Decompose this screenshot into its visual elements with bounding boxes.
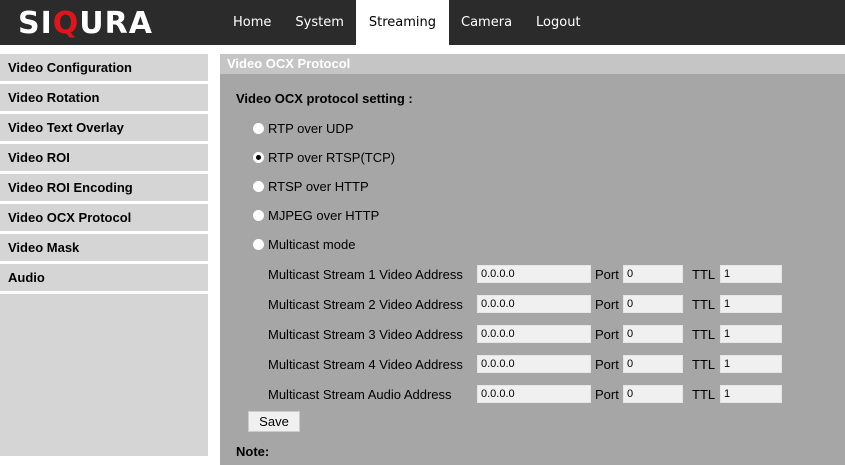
- main-panel: Video OCX Protocol Video OCX protocol se…: [220, 54, 845, 465]
- multicast-audio-address-input[interactable]: 0.0.0.0: [477, 385, 591, 403]
- radio-label: RTSP over HTTP: [268, 179, 369, 194]
- multicast-stream-3-ttl-input[interactable]: 1: [720, 325, 782, 343]
- logo-text-accent: Q: [52, 5, 80, 41]
- multicast-audio-ttl-input[interactable]: 1: [720, 385, 782, 403]
- radio-multicast-mode[interactable]: Multicast mode: [253, 237, 355, 252]
- ttl-label: TTL: [692, 267, 716, 282]
- note-label: Note:: [236, 444, 270, 459]
- radio-button-icon[interactable]: [253, 239, 264, 250]
- radio-mjpeg-over-http[interactable]: MJPEG over HTTP: [253, 208, 379, 223]
- tab-logout[interactable]: Logout: [524, 0, 593, 45]
- sidebar-item-video-text-overlay[interactable]: Video Text Overlay: [0, 114, 208, 141]
- multicast-stream-3-port-input[interactable]: 0: [623, 325, 683, 343]
- radio-button-icon[interactable]: [253, 123, 264, 134]
- multicast-stream-2-port-input[interactable]: 0: [623, 295, 683, 313]
- sidebar-item-video-configuration[interactable]: Video Configuration: [0, 54, 208, 81]
- logo-text-prefix: SI: [18, 5, 53, 41]
- tab-streaming[interactable]: Streaming: [355, 0, 450, 45]
- radio-button-icon[interactable]: [253, 181, 264, 192]
- radio-button-icon[interactable]: [253, 210, 264, 221]
- ttl-label: TTL: [692, 357, 716, 372]
- multicast-stream-1-ttl-input[interactable]: 1: [720, 265, 782, 283]
- multicast-stream-3-address-input[interactable]: 0.0.0.0: [477, 325, 591, 343]
- page-title: Video OCX Protocol: [220, 54, 845, 74]
- multicast-audio-label: Multicast Stream Audio Address: [268, 387, 452, 402]
- logo-text-suffix: URA: [79, 5, 153, 41]
- multicast-stream-1-address-input[interactable]: 0.0.0.0: [477, 265, 591, 283]
- sidebar-filler: [0, 294, 208, 456]
- multicast-stream-2-label: Multicast Stream 2 Video Address: [268, 297, 463, 312]
- sidebar-item-video-ocx-protocol[interactable]: Video OCX Protocol: [0, 204, 208, 231]
- tab-home[interactable]: Home: [221, 0, 283, 45]
- port-label: Port: [595, 327, 619, 342]
- multicast-stream-4-address-input[interactable]: 0.0.0.0: [477, 355, 591, 373]
- radio-label: RTP over RTSP(TCP): [268, 150, 396, 165]
- sidebar-item-video-roi-encoding[interactable]: Video ROI Encoding: [0, 174, 208, 201]
- radio-rtp-over-udp[interactable]: RTP over UDP: [253, 121, 354, 136]
- port-label: Port: [595, 357, 619, 372]
- multicast-stream-4-port-input[interactable]: 0: [623, 355, 683, 373]
- sidebar-item-audio[interactable]: Audio: [0, 264, 208, 291]
- ttl-label: TTL: [692, 387, 716, 402]
- sidebar-item-video-roi[interactable]: Video ROI: [0, 144, 208, 171]
- port-label: Port: [595, 387, 619, 402]
- siqura-logo: SI Q URA: [18, 5, 153, 41]
- multicast-stream-3-label: Multicast Stream 3 Video Address: [268, 327, 463, 342]
- multicast-stream-1-label: Multicast Stream 1 Video Address: [268, 267, 463, 282]
- ttl-label: TTL: [692, 297, 716, 312]
- tab-system[interactable]: System: [283, 0, 355, 45]
- radio-button-selected-icon[interactable]: [253, 152, 264, 163]
- radio-rtsp-over-http[interactable]: RTSP over HTTP: [253, 179, 369, 194]
- ttl-label: TTL: [692, 327, 716, 342]
- radio-label: Multicast mode: [268, 237, 356, 252]
- multicast-stream-1-port-input[interactable]: 0: [623, 265, 683, 283]
- multicast-stream-4-label: Multicast Stream 4 Video Address: [268, 357, 463, 372]
- multicast-stream-2-ttl-input[interactable]: 1: [720, 295, 782, 313]
- setting-title: Video OCX protocol setting :: [236, 91, 413, 106]
- sidebar-item-video-mask[interactable]: Video Mask: [0, 234, 208, 261]
- multicast-stream-4-ttl-input[interactable]: 1: [720, 355, 782, 373]
- radio-rtp-over-rtsp-tcp[interactable]: RTP over RTSP(TCP): [253, 150, 395, 165]
- sidebar: Video Configuration Video Rotation Video…: [0, 54, 208, 456]
- top-bar: SI Q URA Home System Streaming Camera Logo…: [0, 0, 845, 45]
- multicast-audio-port-input[interactable]: 0: [623, 385, 683, 403]
- radio-label: RTP over UDP: [268, 121, 354, 136]
- radio-label: MJPEG over HTTP: [268, 208, 380, 223]
- port-label: Port: [595, 297, 619, 312]
- main-nav: Home System Streaming Camera Logout: [221, 0, 593, 45]
- tab-camera[interactable]: Camera: [449, 0, 524, 45]
- port-label: Port: [595, 267, 619, 282]
- sidebar-item-video-rotation[interactable]: Video Rotation: [0, 84, 208, 111]
- multicast-stream-2-address-input[interactable]: 0.0.0.0: [477, 295, 591, 313]
- save-button[interactable]: Save: [248, 411, 300, 432]
